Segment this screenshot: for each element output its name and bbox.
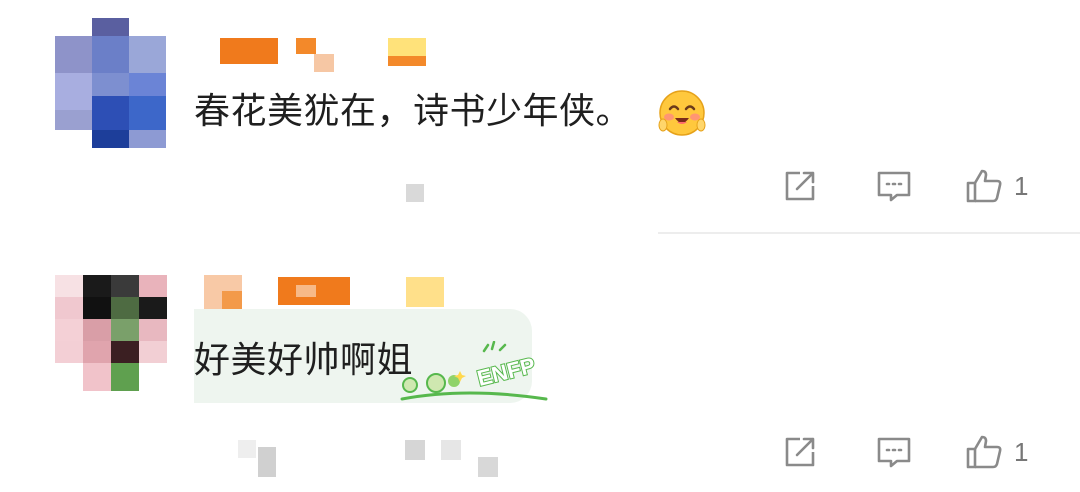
comment-text-content: 好美好帅啊姐 (194, 340, 414, 381)
comment-text: 好美好帅啊姐 (194, 331, 413, 383)
avatar[interactable] (55, 275, 167, 391)
like-button[interactable] (960, 166, 1008, 206)
comment-divider (658, 232, 1080, 234)
comment-actions: 1 (776, 166, 1028, 206)
share-square-icon (785, 171, 815, 201)
avatar[interactable] (55, 18, 167, 148)
comment-item: 春花美犹在，诗书少年侠。 1 (0, 0, 1080, 235)
smiling-face-emoji-icon (658, 90, 706, 136)
like-count: 1 (1014, 436, 1029, 467)
enfp-sticker-icon: ENFP (400, 341, 548, 401)
share-square-icon (785, 437, 815, 467)
timestamp-redacted (406, 184, 424, 202)
reply-button[interactable] (870, 166, 918, 206)
comment-item: 好美好帅啊姐 ENFP 1 (0, 235, 1080, 492)
sticker-text: ENFP (475, 352, 538, 390)
thumbs-up-icon (966, 169, 1002, 203)
share-button[interactable] (776, 166, 824, 206)
comment-bubble-icon (877, 437, 911, 468)
comment-text: 春花美犹在，诗书少年侠。 (194, 82, 706, 137)
comment-text-content: 春花美犹在，诗书少年侠。 (194, 91, 633, 132)
share-button[interactable] (776, 432, 824, 472)
thumbs-up-icon (966, 435, 1002, 469)
comment-actions: 1 (776, 432, 1028, 472)
like-count: 1 (1014, 170, 1029, 201)
reply-button[interactable] (870, 432, 918, 472)
comment-bubble-icon (877, 171, 911, 202)
like-button[interactable] (960, 432, 1008, 472)
